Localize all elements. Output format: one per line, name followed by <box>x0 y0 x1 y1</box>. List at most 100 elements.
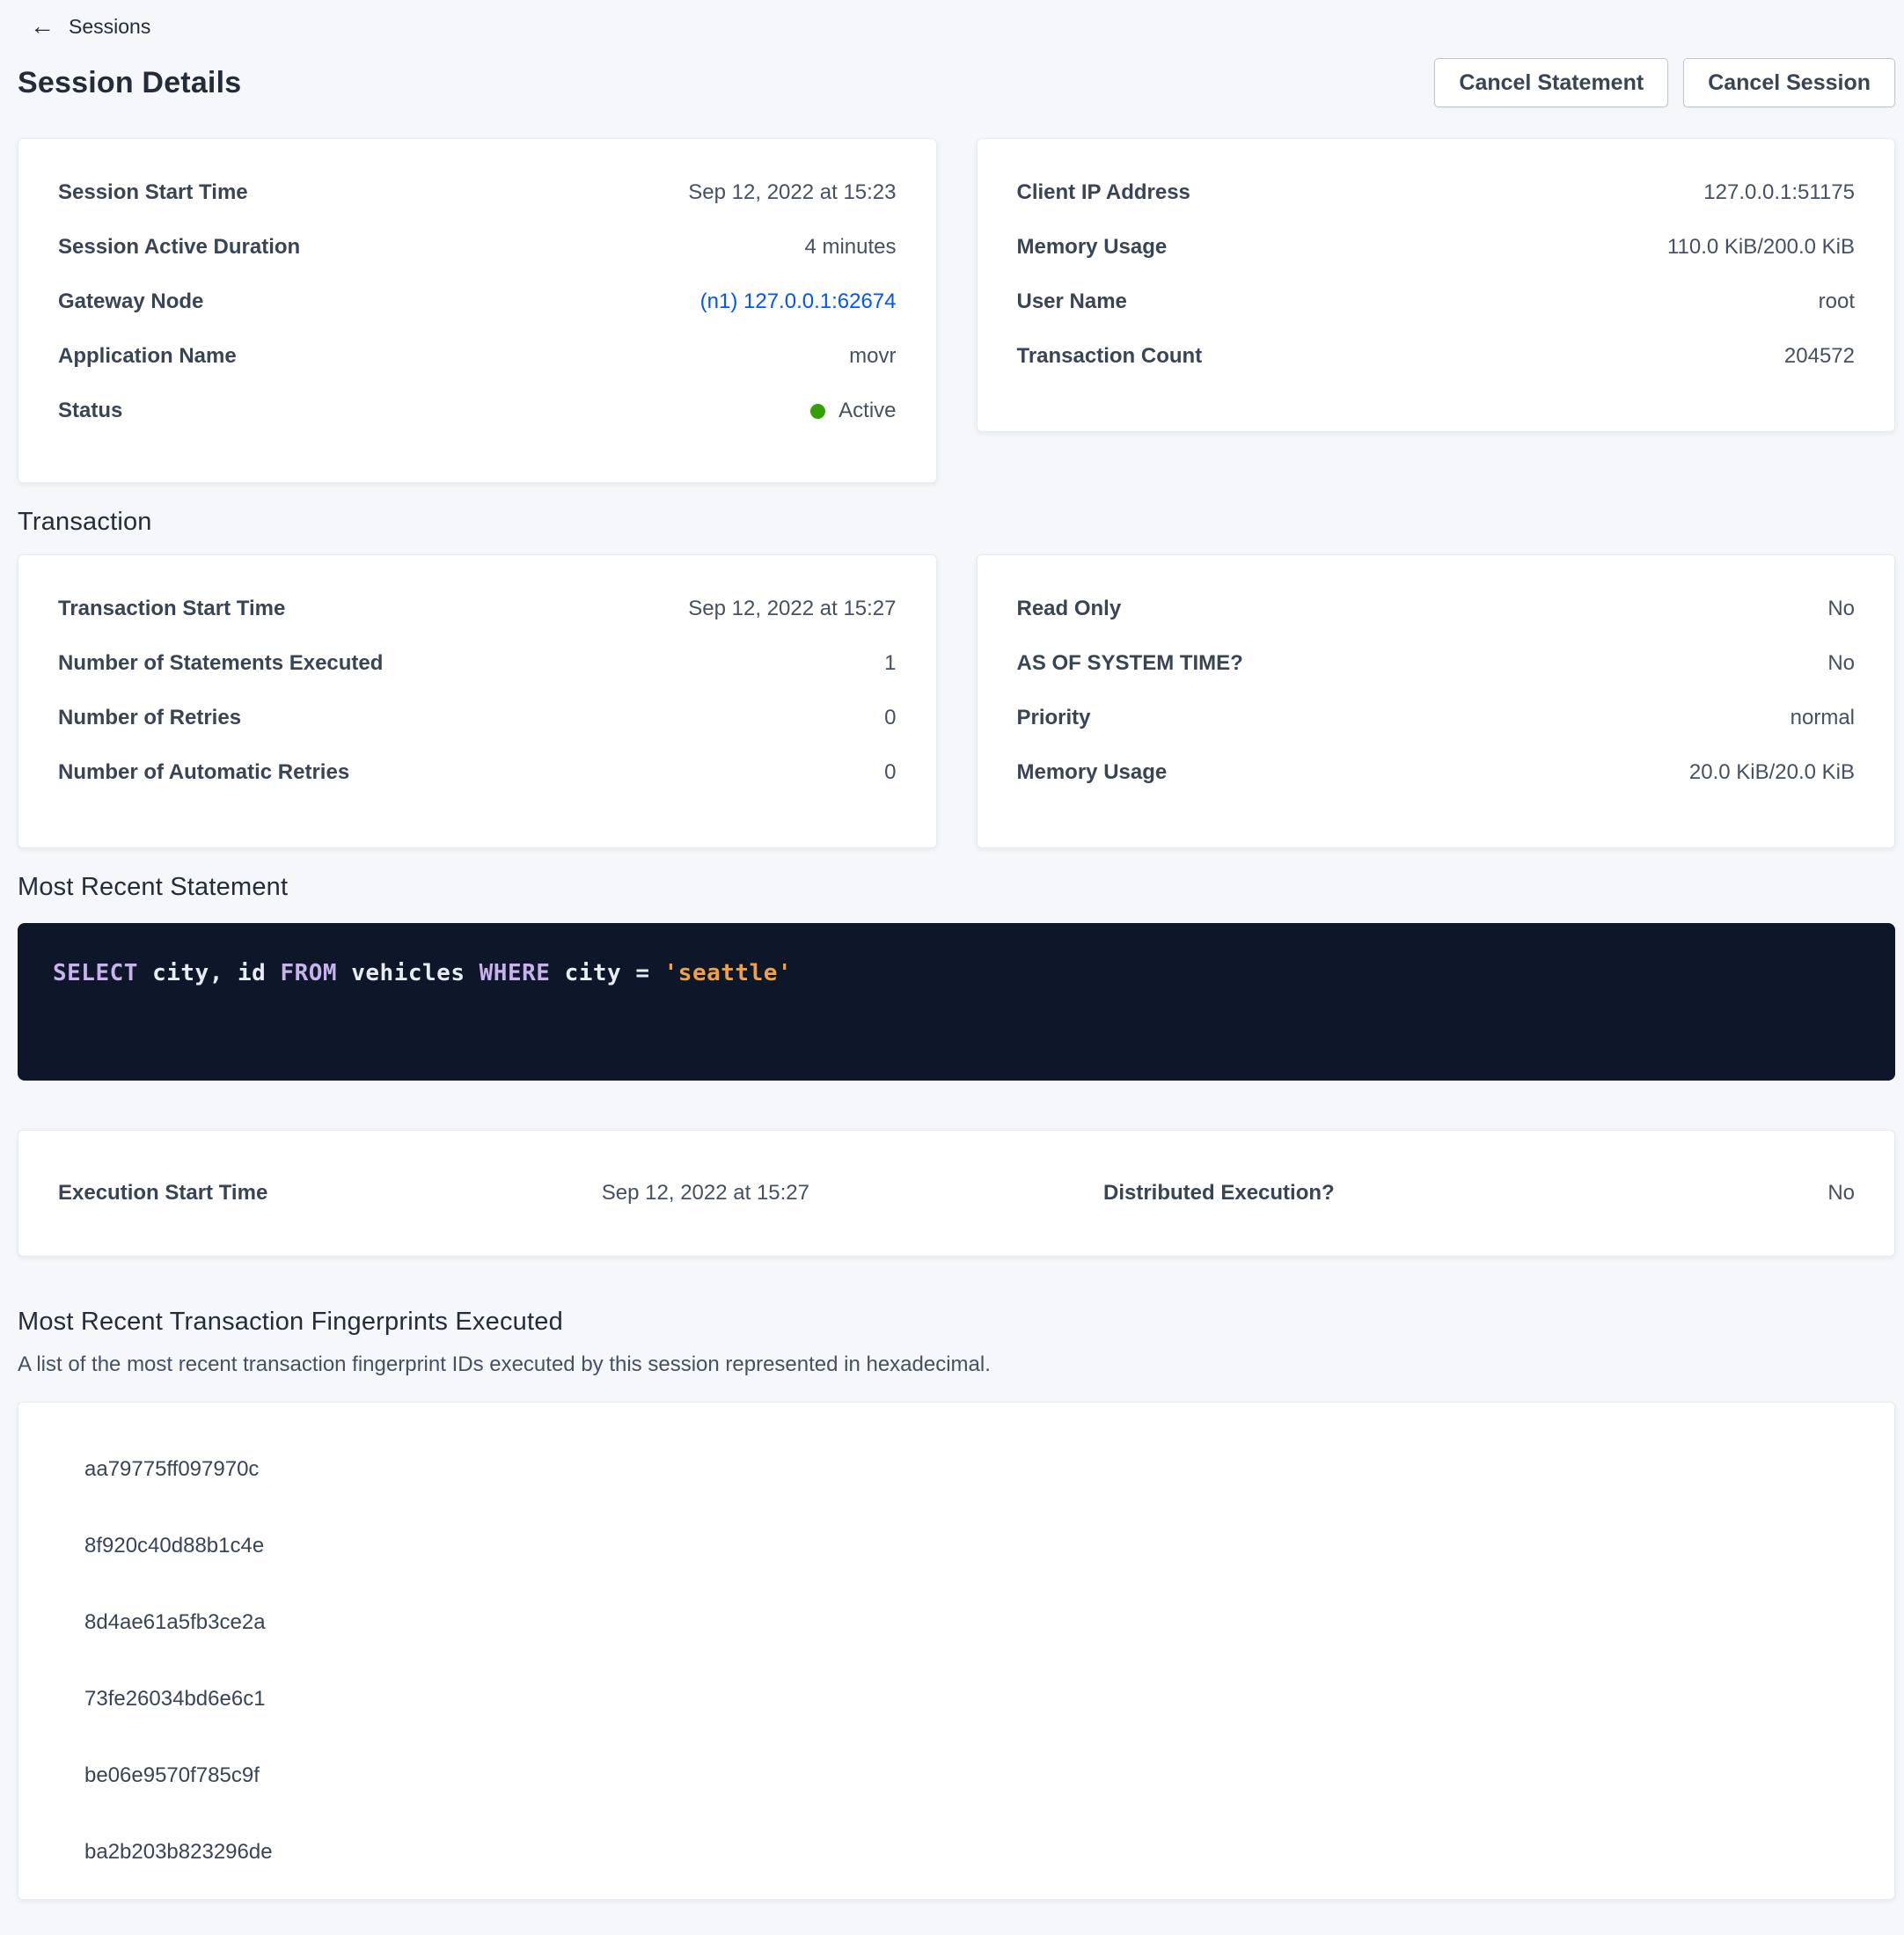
back-arrow-icon[interactable]: ← <box>30 14 55 39</box>
session-details-page: ← Sessions Session Details Cancel Statem… <box>0 0 1904 1935</box>
sql-text: city = <box>550 960 663 986</box>
back-link-label[interactable]: Sessions <box>69 15 150 39</box>
statement-section-heading: Most Recent Statement <box>18 873 1895 902</box>
gateway-node-label: Gateway Node <box>58 290 203 314</box>
execution-start-time-value: Sep 12, 2022 at 15:27 <box>602 1181 809 1206</box>
cancel-session-button[interactable]: Cancel Session <box>1683 58 1895 107</box>
as-of-system-time-value: No <box>1827 651 1855 676</box>
execution-start-time-row: Execution Start Time Sep 12, 2022 at 15:… <box>58 1170 809 1216</box>
txn-memory-usage-label: Memory Usage <box>1017 760 1168 785</box>
sql-keyword: FROM <box>280 960 337 986</box>
statements-executed-row: Number of Statements Executed 1 <box>58 636 897 691</box>
memory-usage-label: Memory Usage <box>1017 235 1168 260</box>
session-summary-row: Session Start Time Sep 12, 2022 at 15:23… <box>18 138 1895 483</box>
statements-executed-value: 1 <box>884 651 896 676</box>
sql-statement-code: SELECT city, id FROM vehicles WHERE city… <box>53 960 792 986</box>
fingerprint-item: ba2b203b823296de <box>84 1814 1855 1890</box>
fingerprints-description: A list of the most recent transaction fi… <box>18 1352 1895 1377</box>
distributed-execution-row: Distributed Execution? No <box>1103 1170 1855 1216</box>
session-start-time-value: Sep 12, 2022 at 15:23 <box>688 180 896 205</box>
sql-text: city, id <box>138 960 281 986</box>
fingerprint-item: 8d4ae61a5fb3ce2a <box>84 1584 1855 1660</box>
transaction-count-label: Transaction Count <box>1017 344 1203 369</box>
txn-memory-usage-value: 20.0 KiB/20.0 KiB <box>1689 760 1855 785</box>
fingerprints-section-heading: Most Recent Transaction Fingerprints Exe… <box>18 1308 1895 1337</box>
sql-keyword: WHERE <box>480 960 551 986</box>
header-actions: Cancel Statement Cancel Session <box>1434 58 1895 107</box>
execution-start-time-label: Execution Start Time <box>58 1181 267 1206</box>
sql-statement-box: SELECT city, id FROM vehicles WHERE city… <box>18 923 1895 1081</box>
gateway-node-row: Gateway Node (n1) 127.0.0.1:62674 <box>58 275 897 329</box>
fingerprint-item: aa79775ff097970c <box>84 1431 1855 1507</box>
execution-card: Execution Start Time Sep 12, 2022 at 15:… <box>18 1130 1895 1257</box>
fingerprint-id: 73fe26034bd6e6c1 <box>84 1687 266 1711</box>
user-name-row: User Name root <box>1017 275 1856 329</box>
read-only-label: Read Only <box>1017 597 1122 621</box>
client-ip-label: Client IP Address <box>1017 180 1190 205</box>
session-active-duration-row: Session Active Duration 4 minutes <box>58 220 897 275</box>
read-only-row: Read Only No <box>1017 582 1856 636</box>
priority-row: Priority normal <box>1017 691 1856 745</box>
fingerprint-id: be06e9570f785c9f <box>84 1763 260 1788</box>
session-start-time-label: Session Start Time <box>58 180 248 205</box>
application-name-label: Application Name <box>58 344 237 369</box>
sql-text: vehicles <box>337 960 480 986</box>
fingerprint-item: be06e9570f785c9f <box>84 1737 1855 1814</box>
status-value: Active <box>810 399 896 423</box>
fingerprint-id: aa79775ff097970c <box>84 1457 259 1482</box>
transaction-section-heading: Transaction <box>18 508 1895 537</box>
as-of-system-time-row: AS OF SYSTEM TIME? No <box>1017 636 1856 691</box>
fingerprint-id: 8f920c40d88b1c4e <box>84 1534 264 1558</box>
sql-string-literal: 'seattle' <box>664 960 792 986</box>
sql-keyword: SELECT <box>53 960 138 986</box>
session-active-duration-label: Session Active Duration <box>58 235 300 260</box>
transaction-count-value: 204572 <box>1784 344 1855 369</box>
page-title: Session Details <box>18 66 241 100</box>
statements-executed-label: Number of Statements Executed <box>58 651 383 676</box>
as-of-system-time-label: AS OF SYSTEM TIME? <box>1017 651 1243 676</box>
fingerprint-id: ba2b203b823296de <box>84 1840 273 1865</box>
automatic-retries-value: 0 <box>884 760 896 785</box>
client-ip-value: 127.0.0.1:51175 <box>1703 180 1855 205</box>
user-name-label: User Name <box>1017 290 1127 314</box>
fingerprints-list-card: aa79775ff097970c 8f920c40d88b1c4e 8d4ae6… <box>18 1402 1895 1900</box>
session-start-time-row: Session Start Time Sep 12, 2022 at 15:23 <box>58 165 897 220</box>
session-summary-card-right: Client IP Address 127.0.0.1:51175 Memory… <box>977 138 1896 432</box>
client-ip-row: Client IP Address 127.0.0.1:51175 <box>1017 165 1856 220</box>
back-link-sessions[interactable]: ← Sessions <box>18 11 1895 39</box>
priority-label: Priority <box>1017 706 1091 730</box>
transaction-card-left: Transaction Start Time Sep 12, 2022 at 1… <box>18 554 937 848</box>
application-name-row: Application Name movr <box>58 329 897 384</box>
transaction-start-time-row: Transaction Start Time Sep 12, 2022 at 1… <box>58 582 897 636</box>
txn-memory-usage-row: Memory Usage 20.0 KiB/20.0 KiB <box>1017 745 1856 800</box>
session-active-duration-value: 4 minutes <box>804 235 896 260</box>
retries-value: 0 <box>884 706 896 730</box>
user-name-value: root <box>1819 290 1855 314</box>
priority-value: normal <box>1790 706 1855 730</box>
status-active-dot-icon <box>810 404 825 419</box>
transaction-count-row: Transaction Count 204572 <box>1017 329 1856 384</box>
transaction-start-time-value: Sep 12, 2022 at 15:27 <box>688 597 896 621</box>
fingerprint-id: 8d4ae61a5fb3ce2a <box>84 1610 266 1635</box>
session-summary-card-left: Session Start Time Sep 12, 2022 at 15:23… <box>18 138 937 483</box>
memory-usage-value: 110.0 KiB/200.0 KiB <box>1667 235 1855 260</box>
retries-row: Number of Retries 0 <box>58 691 897 745</box>
gateway-node-link[interactable]: (n1) 127.0.0.1:62674 <box>700 290 897 314</box>
transaction-row: Transaction Start Time Sep 12, 2022 at 1… <box>18 554 1895 848</box>
status-badge: Active <box>838 399 896 423</box>
automatic-retries-label: Number of Automatic Retries <box>58 760 349 785</box>
cancel-statement-button[interactable]: Cancel Statement <box>1434 58 1668 107</box>
fingerprint-item: 8f920c40d88b1c4e <box>84 1507 1855 1584</box>
read-only-value: No <box>1827 597 1855 621</box>
status-row: Status Active <box>58 384 897 438</box>
distributed-execution-value: No <box>1827 1181 1855 1206</box>
page-header: Session Details Cancel Statement Cancel … <box>18 58 1895 107</box>
distributed-execution-label: Distributed Execution? <box>1103 1181 1335 1206</box>
transaction-start-time-label: Transaction Start Time <box>58 597 285 621</box>
automatic-retries-row: Number of Automatic Retries 0 <box>58 745 897 800</box>
memory-usage-row: Memory Usage 110.0 KiB/200.0 KiB <box>1017 220 1856 275</box>
fingerprint-item: 73fe26034bd6e6c1 <box>84 1660 1855 1737</box>
status-label: Status <box>58 399 122 423</box>
application-name-value: movr <box>849 344 896 369</box>
retries-label: Number of Retries <box>58 706 241 730</box>
